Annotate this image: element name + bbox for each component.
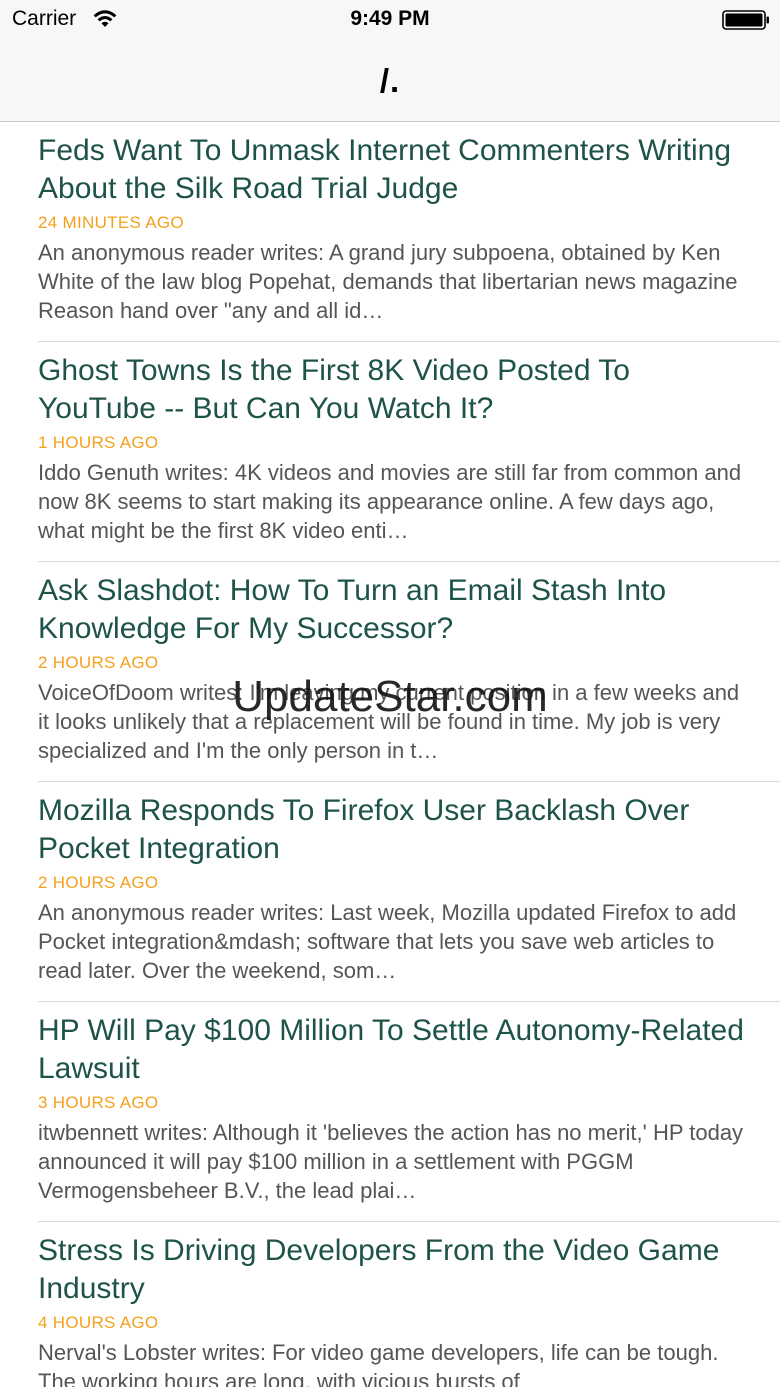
- article-timestamp: 1 HOURS AGO: [38, 433, 159, 452]
- article-timestamp: 2 HOURS AGO: [38, 873, 159, 892]
- article-row[interactable]: Feds Want To Unmask Internet Commenters …: [0, 122, 780, 342]
- battery-icon: [722, 10, 769, 30]
- article-row[interactable]: Ask Slashdot: How To Turn an Email Stash…: [0, 562, 780, 782]
- article-summary: itwbennett writes: Although it 'believes…: [38, 1120, 744, 1203]
- article-timestamp: 3 HOURS AGO: [38, 1093, 159, 1112]
- article-timestamp: 4 HOURS AGO: [38, 1313, 159, 1332]
- article-summary: Nerval's Lobster writes: For video game …: [38, 1340, 719, 1387]
- article-summary: An anonymous reader writes: Last week, M…: [38, 900, 737, 983]
- status-bar: Carrier 9:49 PM: [0, 0, 780, 40]
- article-title: Feds Want To Unmask Internet Commenters …: [38, 134, 732, 205]
- article-title: Stress Is Driving Developers From the Vi…: [38, 1234, 720, 1305]
- nav-title: /.: [379, 62, 401, 99]
- article-title: HP Will Pay $100 Million To Settle Auton…: [38, 1014, 744, 1085]
- article-summary: VoiceOfDoom writes: I'm leaving my curre…: [38, 680, 740, 763]
- article-row[interactable]: Stress Is Driving Developers From the Vi…: [0, 1222, 780, 1387]
- article-title: Mozilla Responds To Firefox User Backlas…: [38, 794, 690, 865]
- navigation-bar: /.: [0, 40, 780, 122]
- article-row[interactable]: Mozilla Responds To Firefox User Backlas…: [0, 782, 780, 1002]
- article-summary: Iddo Genuth writes: 4K videos and movies…: [38, 460, 742, 543]
- status-time: 9:49 PM: [350, 7, 430, 30]
- article-timestamp: 24 MINUTES AGO: [38, 213, 184, 232]
- article-title: Ask Slashdot: How To Turn an Email Stash…: [38, 574, 667, 645]
- article-row[interactable]: Ghost Towns Is the First 8K Video Posted…: [0, 342, 780, 562]
- article-row[interactable]: HP Will Pay $100 Million To Settle Auton…: [0, 1002, 780, 1222]
- article-list[interactable]: Feds Want To Unmask Internet Commenters …: [0, 122, 780, 1387]
- article-timestamp: 2 HOURS AGO: [38, 653, 159, 672]
- article-title: Ghost Towns Is the First 8K Video Posted…: [38, 354, 630, 425]
- article-summary: An anonymous reader writes: A grand jury…: [38, 240, 738, 323]
